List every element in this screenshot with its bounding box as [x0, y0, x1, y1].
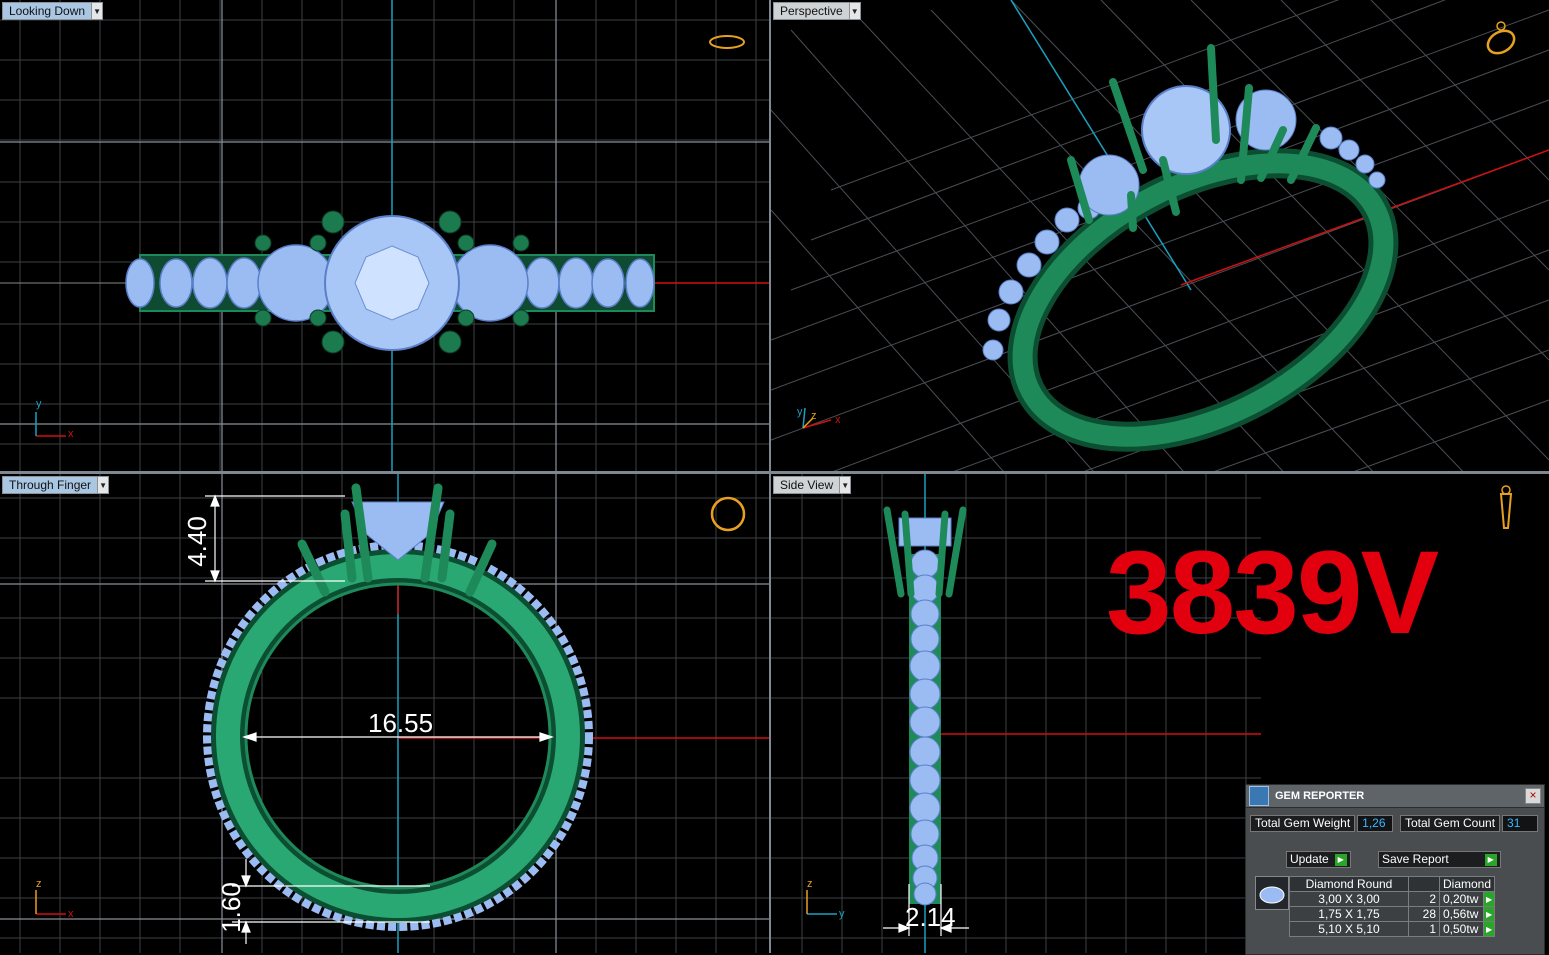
gem-weight: 0,20tw	[1438, 891, 1485, 907]
total-count-value: 31	[1502, 815, 1539, 832]
gem-size: 3,00 X 3,00	[1289, 891, 1409, 907]
viewport-title: Perspective	[780, 4, 843, 18]
viewport-label-perspective[interactable]: Perspective ▼	[773, 2, 861, 20]
axis-label-z: z	[807, 878, 813, 890]
update-label: Update	[1290, 852, 1329, 866]
axis-label-y: y	[36, 398, 42, 410]
gem-count: 1	[1408, 921, 1440, 937]
gem-table-header-shape: Diamond Round	[1289, 876, 1409, 892]
gem-size: 5,10 X 5,10	[1289, 921, 1409, 937]
viewport-title: Side View	[780, 478, 834, 492]
gem-table-header: Diamond Round Diamond	[1289, 876, 1496, 892]
total-weight-label: Total Gem Weight	[1250, 815, 1356, 832]
viewport-divider-vertical[interactable]	[769, 0, 771, 953]
grid-perspective	[771, 0, 1549, 471]
dropdown-arrow-icon[interactable]: ▼	[848, 3, 860, 19]
dropdown-arrow-icon[interactable]: ▼	[839, 477, 851, 493]
save-report-label: Save Report	[1382, 852, 1449, 866]
viewport-title: Through Finger	[9, 478, 92, 492]
viewport-label-through-finger[interactable]: Through Finger ▼	[2, 476, 110, 494]
gem-reporter-title: GEM REPORTER	[1275, 790, 1365, 802]
total-count-label: Total Gem Count	[1400, 815, 1501, 832]
row-action-play-icon[interactable]: ▶	[1483, 906, 1496, 922]
gem-size: 1,75 X 1,75	[1289, 906, 1409, 922]
viewport-title: Looking Down	[9, 4, 86, 18]
total-weight-row: Total Gem Weight 1,26	[1250, 815, 1394, 832]
model-code: 3839V	[1106, 527, 1439, 659]
axis-label-x: x	[835, 414, 841, 426]
gem-reporter-icon	[1249, 786, 1269, 806]
dropdown-arrow-icon[interactable]: ▼	[97, 477, 109, 493]
dimension-head-height: 4.40	[181, 516, 212, 567]
play-icon: ▶	[1334, 853, 1347, 866]
axis-label-x: x	[68, 428, 74, 440]
axis-label-x: x	[68, 908, 74, 920]
viewport-looking-down[interactable]: Looking Down ▼ x y	[0, 0, 769, 471]
axis-label-z: z	[811, 410, 817, 422]
viewport-through-finger[interactable]: Through Finger ▼ 4.40 16.55 1.60 x z	[0, 474, 769, 953]
table-row[interactable]: 1,75 X 1,75 28 0,56tw ▶	[1289, 906, 1496, 922]
save-report-button[interactable]: Save Report ▶	[1378, 851, 1501, 868]
close-icon[interactable]: ×	[1525, 788, 1541, 804]
viewport-divider-horizontal[interactable]	[0, 471, 1549, 474]
row-action-play-icon[interactable]: ▶	[1483, 921, 1496, 937]
row-action-play-icon[interactable]: ▶	[1483, 891, 1496, 907]
total-weight-value: 1,26	[1357, 815, 1394, 832]
axis-label-y: y	[839, 908, 845, 920]
table-row[interactable]: 5,10 X 5,10 1 0,50tw ▶	[1289, 921, 1496, 937]
play-icon: ▶	[1484, 853, 1497, 866]
grid-looking-down	[0, 0, 769, 471]
gem-count: 28	[1408, 906, 1440, 922]
gem-weight: 0,50tw	[1438, 921, 1485, 937]
gem-table-header-material: Diamond	[1438, 876, 1496, 892]
dimension-shank-width: 2.14	[905, 902, 956, 932]
viewport-label-side-view[interactable]: Side View ▼	[773, 476, 852, 494]
ring-view-icon	[1486, 21, 1516, 55]
axis-label-z: z	[36, 878, 42, 890]
dimension-shank-thickness: 1.60	[215, 882, 246, 933]
total-count-row: Total Gem Count 31	[1400, 815, 1539, 832]
table-row[interactable]: 3,00 X 3,00 2 0,20tw ▶	[1289, 891, 1496, 907]
dropdown-arrow-icon[interactable]: ▼	[91, 3, 103, 19]
viewport-perspective[interactable]: Perspective ▼ x y z	[771, 0, 1549, 471]
gem-weight: 0,56tw	[1438, 906, 1485, 922]
gem-reporter-titlebar[interactable]: GEM REPORTER ×	[1246, 785, 1544, 808]
gem-table-header-count	[1408, 876, 1440, 892]
diamond-thumbnail-icon	[1255, 876, 1289, 910]
dimension-inner-diameter: 16.55	[368, 708, 434, 738]
update-button[interactable]: Update ▶	[1286, 851, 1351, 868]
gem-table: Diamond Round Diamond 3,00 X 3,00 2 0,20…	[1289, 876, 1496, 937]
gem-count: 2	[1408, 891, 1440, 907]
axis-label-y: y	[797, 406, 803, 418]
viewport-label-looking-down[interactable]: Looking Down ▼	[2, 2, 104, 20]
